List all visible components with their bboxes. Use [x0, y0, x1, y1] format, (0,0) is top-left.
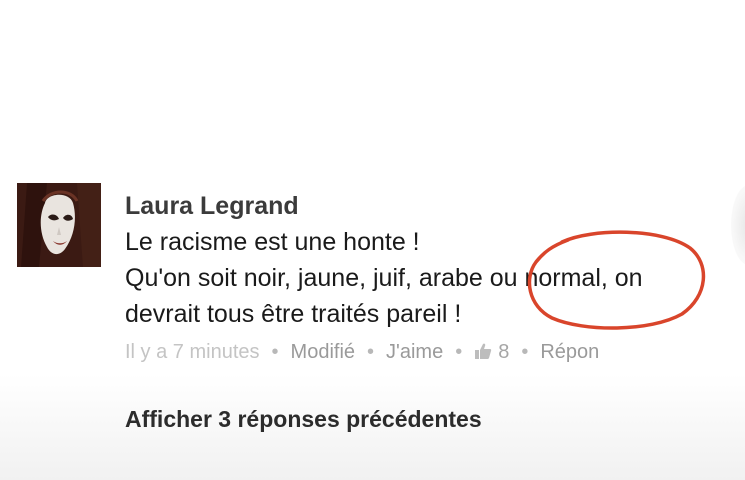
meta-separator: • — [271, 341, 279, 363]
comment-author[interactable]: Laura Legrand — [125, 190, 745, 222]
comment-timestamp[interactable]: Il y a 7 minutes — [125, 341, 260, 363]
meta-separator: • — [455, 341, 463, 363]
comment-meta: Il y a 7 minutes • Modifié • J'aime • 8 • Répon — [125, 338, 745, 368]
comment-text-line-1: Le racisme est une honte ! — [125, 228, 420, 256]
meta-separator: • — [521, 341, 529, 363]
like-count[interactable]: 8 — [474, 341, 509, 363]
like-link[interactable]: J'aime — [386, 341, 443, 363]
show-previous-replies-link[interactable]: Afficher 3 réponses précédentes — [125, 404, 482, 434]
meta-separator: • — [367, 341, 375, 363]
like-count-value: 8 — [498, 341, 510, 363]
comment-body: Laura Legrand Le racisme est une honte !… — [125, 190, 745, 368]
comment-text-line-3: devrait tous être traités pareil ! — [125, 300, 462, 328]
mask-avatar-icon — [17, 183, 101, 267]
avatar[interactable] — [17, 183, 101, 267]
edited-link[interactable]: Modifié — [291, 341, 355, 363]
thumbs-up-icon — [474, 340, 492, 368]
comment-text-line-2: Qu'on soit noir, jaune, juif, arabe ou n… — [125, 264, 643, 292]
reply-link[interactable]: Répon — [540, 341, 599, 363]
